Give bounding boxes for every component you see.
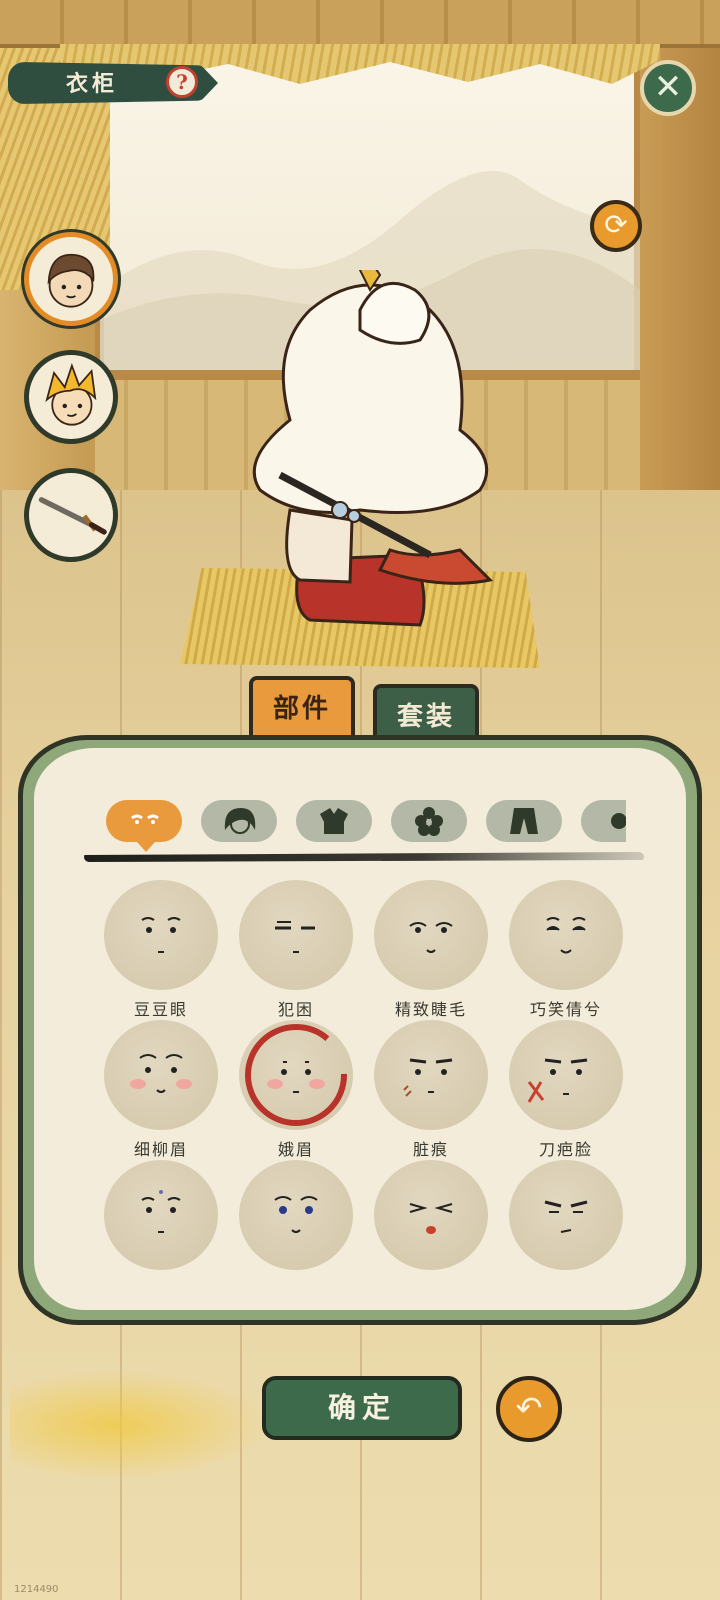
category-bar: [106, 800, 626, 844]
face-label: 刀疤脸: [538, 1140, 593, 1159]
category-pointer: [137, 842, 155, 852]
flower-icon: [415, 807, 443, 836]
face-thumbnail: [104, 1020, 218, 1130]
face-thumbnail: [239, 1160, 353, 1270]
face-label: 脏痕: [412, 1140, 449, 1159]
more-icon: [611, 813, 626, 829]
character-slot-sword[interactable]: [24, 468, 118, 562]
pants-icon: [510, 808, 538, 834]
close-button[interactable]: ✕: [640, 60, 696, 116]
face-icon: [131, 814, 159, 824]
face-option-dou-dou-yan[interactable]: 豆豆眼: [96, 880, 226, 1020]
face-label: 精致睫毛: [394, 1000, 467, 1019]
face-label: 娥眉: [277, 1140, 314, 1159]
face-thumbnail: [239, 880, 353, 990]
face-option-xi-liu-mei[interactable]: 细柳眉: [96, 1020, 226, 1160]
golden-hair-boy-avatar-icon: [45, 363, 97, 426]
build-id: 1214490: [14, 1584, 59, 1595]
face-thumbnail: [374, 1020, 488, 1130]
face-label: 细柳眉: [133, 1140, 188, 1159]
character-slot-brown-hair-boy[interactable]: [24, 232, 118, 326]
face-option-dao-ba-lian[interactable]: 刀疤脸: [501, 1020, 631, 1160]
face-label: 巧笑倩兮: [529, 1000, 602, 1019]
undo-button[interactable]: ↶: [496, 1376, 562, 1442]
category-pants[interactable]: [486, 800, 562, 842]
help-icon[interactable]: ?: [166, 66, 198, 98]
category-more[interactable]: [581, 800, 626, 842]
character-preview[interactable]: [240, 270, 510, 650]
sword-icon: [38, 497, 107, 535]
rotate-character-button[interactable]: ⟳: [590, 200, 642, 252]
page-title: 衣柜: [66, 71, 119, 97]
category-accessory[interactable]: [391, 800, 467, 842]
face-label: 豆豆眼: [133, 1000, 188, 1019]
face-option[interactable]: [501, 1160, 631, 1290]
tab-parts[interactable]: 部件: [249, 676, 355, 738]
face-thumbnail: [239, 1020, 353, 1130]
face-option-e-mei-selected[interactable]: 娥眉: [231, 1020, 361, 1160]
brown-hair-boy-avatar-icon: [47, 253, 95, 308]
face-option[interactable]: [231, 1160, 361, 1290]
face-thumbnail: [374, 880, 488, 990]
face-option-fan-kun[interactable]: 犯困: [231, 880, 361, 1020]
category-clothes[interactable]: [296, 800, 372, 842]
confirm-button[interactable]: 确定: [262, 1376, 462, 1440]
roof-beam: [0, 0, 720, 48]
face-thumbnail: [509, 880, 623, 990]
face-thumbnail: [374, 1160, 488, 1270]
face-option[interactable]: [366, 1160, 496, 1290]
clothes-icon: [320, 808, 348, 834]
selection-ring-icon: [245, 1024, 347, 1126]
face-option-jing-zhi-jie-mao[interactable]: 精致睫毛: [366, 880, 496, 1020]
fallen-leaves: [10, 1370, 270, 1480]
face-option-zang-hen[interactable]: 脏痕: [366, 1020, 496, 1160]
face-label: 犯困: [277, 1000, 314, 1019]
face-thumbnail: [104, 880, 218, 990]
face-thumbnail: [509, 1160, 623, 1270]
category-face[interactable]: [106, 800, 182, 842]
face-thumbnail: [509, 1020, 623, 1130]
category-hair[interactable]: [201, 800, 277, 842]
face-options-grid: 豆豆眼 犯困 精致睫毛 巧笑倩兮 细柳眉 娥眉 脏痕 刀疤脸: [96, 880, 636, 1290]
character-slot-golden-hair-boy[interactable]: [24, 350, 118, 444]
hair-icon: [224, 808, 256, 834]
face-option[interactable]: [96, 1160, 226, 1290]
face-thumbnail: [104, 1160, 218, 1270]
face-option-qiao-xiao-qian-xi[interactable]: 巧笑倩兮: [501, 880, 631, 1020]
